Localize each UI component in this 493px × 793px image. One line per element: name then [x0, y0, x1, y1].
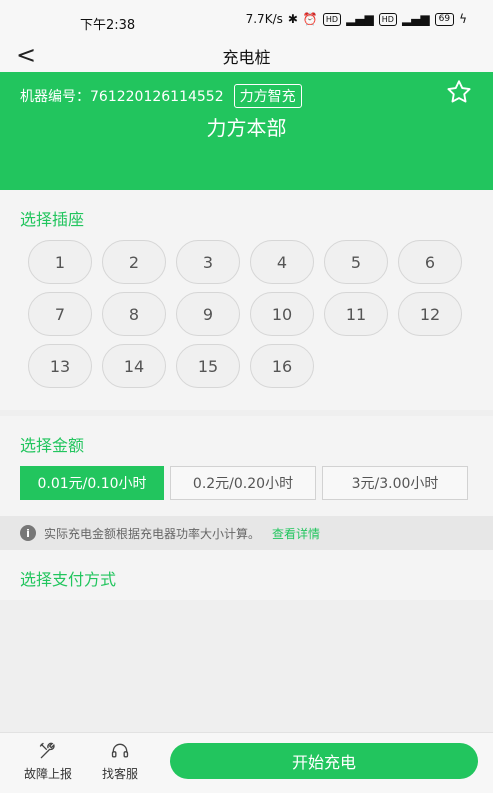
station-name: 力方本部: [206, 116, 287, 140]
machine-number: 机器编号：761220126114552: [20, 89, 224, 105]
status-bar: 下午2:38 7.7K/s ✱ ⏰ HD ▂▄▆ HD ▂▄▆ 69 ϟ: [0, 0, 493, 42]
alarm-icon: ⏰: [302, 12, 318, 26]
amount-option-2[interactable]: 0.2元/0.20小时: [170, 466, 316, 500]
hd-badge: HD: [322, 12, 342, 26]
notice-text: 实际充电金额根据充电器功率大小计算。: [44, 526, 261, 541]
socket-button[interactable]: 13: [28, 344, 92, 388]
battery-icon: 69: [434, 12, 455, 26]
station-header: 机器编号：761220126114552 力方智充 力方本部: [0, 72, 493, 190]
socket-button[interactable]: 1: [28, 240, 92, 284]
socket-button[interactable]: 15: [176, 344, 240, 388]
amount-section-title: 选择金额: [20, 436, 85, 455]
bottom-bar: 故障上报 找客服 开始充电: [0, 732, 493, 793]
amount-options: 0.01元/0.10小时 0.2元/0.20小时 3元/3.00小时: [20, 466, 468, 500]
socket-button[interactable]: 10: [250, 292, 314, 336]
customer-service-label: 找客服: [102, 767, 139, 781]
charging-icon: ϟ: [459, 12, 467, 26]
socket-button[interactable]: 6: [398, 240, 462, 284]
payment-section-title: 选择支付方式: [20, 570, 117, 589]
brand-badge: 力方智充: [233, 84, 302, 108]
socket-button[interactable]: 7: [28, 292, 92, 336]
bluetooth-icon: ✱: [287, 12, 298, 26]
socket-button[interactable]: 4: [250, 240, 314, 284]
charge-notice: i 实际充电金额根据充电器功率大小计算。 查看详情: [0, 516, 493, 550]
amount-option-1[interactable]: 0.01元/0.10小时: [20, 466, 164, 500]
report-fault-label: 故障上报: [24, 767, 73, 781]
report-fault-button[interactable]: 故障上报: [24, 741, 72, 782]
socket-button[interactable]: 2: [102, 240, 166, 284]
amount-section: 选择金额 0.01元/0.10小时 0.2元/0.20小时 3元/3.00小时: [0, 416, 493, 516]
amount-option-3[interactable]: 3元/3.00小时: [322, 466, 468, 500]
payment-section: 选择支付方式: [0, 550, 493, 600]
network-speed: 7.7K/s: [245, 12, 283, 26]
socket-grid: 1 2 3 4 5 6 7 8 9 10 11 12 13 14 15 16: [28, 240, 462, 388]
socket-section-title: 选择插座: [20, 210, 85, 229]
customer-service-button[interactable]: 找客服: [102, 741, 138, 782]
start-charging-button[interactable]: 开始充电: [170, 743, 478, 779]
signal-icon: ▂▄▆: [346, 12, 374, 26]
page-title: 充电桩: [222, 48, 271, 67]
machine-info: 机器编号：761220126114552 力方智充: [20, 84, 302, 108]
socket-button[interactable]: 9: [176, 292, 240, 336]
view-details-link[interactable]: 查看详情: [272, 525, 320, 542]
wrench-icon: [39, 742, 55, 759]
status-icons: 7.7K/s ✱ ⏰ HD ▂▄▆ HD ▂▄▆ 69 ϟ: [246, 12, 467, 26]
nav-bar: < 充电桩: [0, 42, 493, 72]
info-icon: i: [20, 525, 36, 541]
socket-button[interactable]: 8: [102, 292, 166, 336]
socket-button[interactable]: 14: [102, 344, 166, 388]
socket-button[interactable]: 3: [176, 240, 240, 284]
socket-section: 选择插座 1 2 3 4 5 6 7 8 9 10 11 12 13 14 15 16: [0, 190, 493, 410]
signal-icon-2: ▂▄▆: [401, 12, 430, 26]
hd-badge-2: HD: [378, 12, 397, 26]
favorite-star-icon[interactable]: [445, 78, 473, 106]
status-time: 下午2:38: [80, 18, 136, 33]
socket-button[interactable]: 16: [250, 344, 314, 388]
socket-button[interactable]: 5: [324, 240, 388, 284]
headset-icon: [111, 743, 129, 758]
socket-button[interactable]: 12: [398, 292, 462, 336]
socket-button[interactable]: 11: [324, 292, 388, 336]
